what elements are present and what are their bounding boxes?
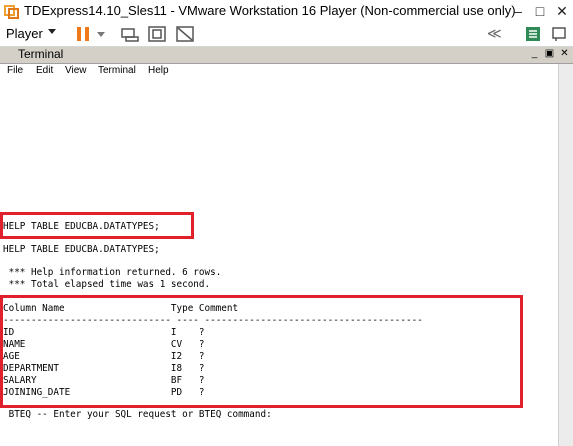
command-highlight-box (0, 212, 194, 239)
maximize-button[interactable]: □ (529, 0, 551, 22)
terminal-scrollbar[interactable] (558, 64, 573, 446)
terminal-restore-button[interactable]: ▣ (543, 48, 556, 60)
bteq-prompt-line: BTEQ -- Enter your SQL request or BTEQ c… (3, 409, 272, 420)
unity-icon[interactable] (175, 25, 195, 43)
menu-edit[interactable]: Edit (36, 65, 53, 76)
minimize-button[interactable]: – (507, 0, 529, 22)
send-ctrl-alt-del-icon[interactable] (120, 25, 140, 43)
terminal-title-bar: Terminal _ ▣ ✕ (0, 47, 573, 64)
close-button[interactable]: ✕ (551, 0, 573, 22)
terminal-menu-bar: File Edit View Terminal Help (0, 64, 558, 79)
terminal-title: Terminal (18, 47, 64, 61)
chevron-down-icon[interactable] (97, 32, 105, 37)
window-title: TDExpress14.10_Sles11 - VMware Workstati… (24, 3, 516, 18)
terminal-close-button[interactable]: ✕ (558, 48, 571, 60)
chevron-down-icon[interactable] (48, 29, 56, 34)
pause-icon[interactable] (75, 25, 91, 43)
menu-terminal[interactable]: Terminal (98, 65, 136, 76)
terminal-info-line: *** Total elapsed time was 1 second. (3, 279, 211, 290)
menu-help[interactable]: Help (148, 65, 169, 76)
result-highlight-box (0, 295, 523, 408)
collapse-left-icon[interactable]: ≪ (487, 25, 502, 42)
library-icon[interactable] (524, 25, 542, 43)
vmware-title-bar: TDExpress14.10_Sles11 - VMware Workstati… (0, 0, 573, 23)
terminal-info-line: *** Help information returned. 6 rows. (3, 267, 222, 278)
vmware-toolbar: Player ≪ (0, 22, 573, 47)
menu-file[interactable]: File (7, 65, 23, 76)
menu-view[interactable]: View (65, 65, 87, 76)
player-menu-button[interactable]: Player (6, 26, 43, 41)
fit-guest-icon[interactable] (147, 25, 167, 43)
message-icon[interactable] (551, 25, 567, 43)
vmware-app-icon (4, 5, 19, 19)
terminal-echo-line: HELP TABLE EDUCBA.DATATYPES; (3, 244, 160, 255)
terminal-minimize-button[interactable]: _ (528, 48, 541, 60)
